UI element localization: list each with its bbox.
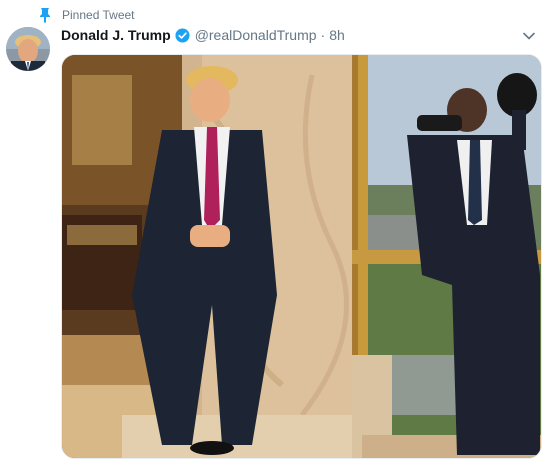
chevron-down-icon[interactable] bbox=[522, 29, 536, 43]
verified-badge-icon bbox=[175, 27, 190, 43]
tweet-timestamp[interactable]: 8h bbox=[329, 27, 345, 43]
tweet-header: Donald J. Trump @realDonaldTrump · 8h bbox=[61, 25, 345, 45]
pin-icon bbox=[40, 8, 50, 23]
avatar-image bbox=[6, 27, 50, 71]
tweet-photo[interactable] bbox=[61, 54, 542, 459]
separator-dot: · bbox=[320, 27, 326, 43]
pinned-indicator: Pinned Tweet bbox=[38, 6, 135, 24]
user-handle[interactable]: @realDonaldTrump bbox=[195, 27, 317, 43]
pinned-label: Pinned Tweet bbox=[62, 8, 135, 22]
photo-image bbox=[62, 55, 541, 458]
avatar[interactable] bbox=[6, 27, 50, 71]
display-name[interactable]: Donald J. Trump bbox=[61, 27, 171, 43]
